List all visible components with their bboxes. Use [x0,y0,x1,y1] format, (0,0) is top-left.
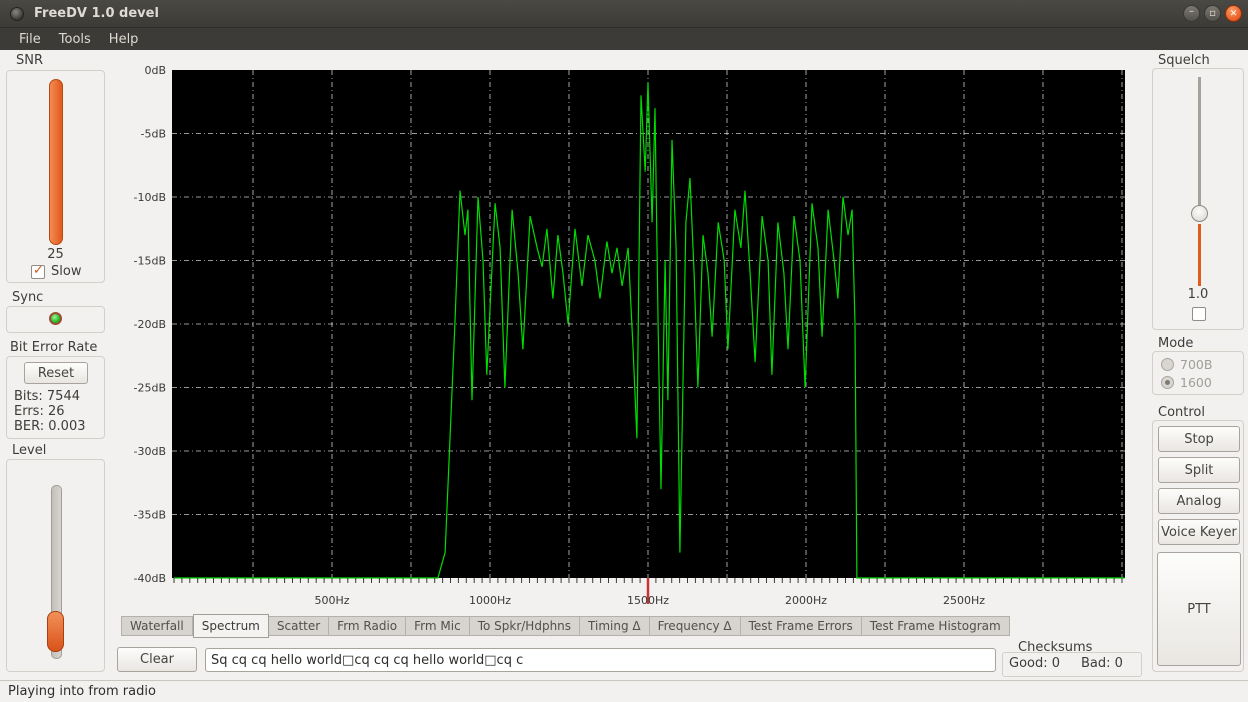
tab-waterfall[interactable]: Waterfall [121,616,193,636]
tab-frequency[interactable]: Frequency Δ [650,616,741,636]
x-tick-label: 1000Hz [469,594,511,607]
squelch-checkbox[interactable] [1192,307,1206,321]
control-label: Control [1158,405,1205,420]
y-tick-label: -35dB [134,509,167,522]
spectrum-chart: 0dB -5dB -10dB -15dB -20dB -25dB -30dB -35dB -40… [117,63,1143,613]
checksums-frame: Good: 0 Bad: 0 [1002,652,1142,677]
sync-led-icon [49,312,62,325]
titlebar: FreeDV 1.0 devel [0,0,1248,28]
window-controls [1183,5,1242,22]
snr-value: 25 [7,247,104,262]
tab-test-frame-errors[interactable]: Test Frame Errors [741,616,862,636]
squelch-slider[interactable] [1198,77,1201,207]
squelch-value: 1.0 [1153,287,1243,302]
y-tick-label: -40dB [134,572,167,585]
stop-button[interactable]: Stop [1158,426,1240,452]
analog-button[interactable]: Analog [1158,488,1240,514]
squelch-label: Squelch [1158,53,1210,68]
ber-value: BER: 0.003 [14,419,86,434]
tab-frm-mic[interactable]: Frm Mic [406,616,470,636]
squelch-slider-fill [1198,224,1201,286]
voice-keyer-button[interactable]: Voice Keyer [1158,519,1240,545]
mode-option-label: 1600 [1180,375,1212,390]
level-frame [6,459,105,672]
squelch-frame: 1.0 [1152,68,1244,330]
minimize-icon[interactable] [1183,5,1200,22]
x-tick-label: 2000Hz [785,594,827,607]
level-slider-handle[interactable] [47,611,64,652]
checksums-bad: Bad: 0 [1081,656,1123,671]
tab-frm-radio[interactable]: Frm Radio [329,616,406,636]
mode-label: Mode [1158,336,1193,351]
maximize-icon[interactable] [1204,5,1221,22]
slow-label: Slow [51,264,81,279]
level-label: Level [12,443,46,458]
menu-tools[interactable]: Tools [50,28,100,50]
bits-value: Bits: 7544 [14,389,80,404]
menu-file[interactable]: File [10,28,50,50]
status-text: Playing into from radio [8,684,156,699]
ptt-button[interactable]: PTT [1157,552,1241,666]
x-tick-label: 2500Hz [943,594,985,607]
menu-help[interactable]: Help [100,28,148,50]
mode-option-700b[interactable]: 700B [1161,357,1212,372]
message-input[interactable] [205,648,996,672]
y-tick-label: -30dB [134,445,167,458]
y-tick-label: 0dB [144,64,166,77]
clear-button[interactable]: Clear [117,647,197,672]
x-tick-label: 500Hz [314,594,349,607]
mode-option-label: 700B [1180,357,1212,372]
x-tick-label: 1500Hz [627,594,669,607]
split-button[interactable]: Split [1158,457,1240,483]
y-tick-label: -10dB [134,191,167,204]
tab-timing[interactable]: Timing Δ [580,616,650,636]
sync-label: Sync [12,290,43,305]
tab-test-frame-histogram[interactable]: Test Frame Histogram [862,616,1010,636]
checksums-good: Good: 0 [1009,656,1060,671]
menubar: FileToolsHelp [0,28,1248,50]
close-icon[interactable] [1225,5,1242,22]
y-tick-label: -5dB [141,128,167,141]
sync-frame [6,306,105,333]
spectrum-plot: 0dB -5dB -10dB -15dB -20dB -25dB -30dB -35dB -40… [117,63,1143,613]
control-buttons: Stop Split Analog Voice Keyer [1157,426,1241,550]
status-bar: Playing into from radio [0,680,1248,702]
reset-button[interactable]: Reset [24,362,88,384]
mode-frame: 700B 1600 [1152,351,1244,395]
ber-label: Bit Error Rate [10,340,97,355]
app-icon [10,7,24,21]
snr-frame: 25 Slow [6,70,105,283]
mode-option-1600[interactable]: 1600 [1161,375,1212,390]
tab-spectrum[interactable]: Spectrum [193,614,269,638]
tab-to-spkr-hdphns[interactable]: To Spkr/Hdphns [470,616,580,636]
y-tick-label: -20dB [134,318,167,331]
y-tick-label: -25dB [134,382,167,395]
y-tick-label: -15dB [134,255,167,268]
window-title: FreeDV 1.0 devel [34,6,159,21]
squelch-slider-handle[interactable] [1191,205,1208,222]
radio-icon-1600[interactable] [1161,376,1174,389]
snr-label: SNR [16,53,43,68]
tab-bar: WaterfallSpectrumScatterFrm RadioFrm Mic… [121,614,1010,638]
slow-checkbox[interactable] [31,265,45,279]
radio-icon-700b[interactable] [1161,358,1174,371]
tab-scatter[interactable]: Scatter [269,616,329,636]
snr-gauge [49,79,63,245]
control-frame: Stop Split Analog Voice Keyer PTT [1152,420,1244,672]
ber-frame: Reset Bits: 7544 Errs: 26 BER: 0.003 [6,356,105,439]
freedv-window: FreeDV 1.0 devel FileToolsHelp SNR 25 Sl… [0,0,1248,702]
errs-value: Errs: 26 [14,404,65,419]
